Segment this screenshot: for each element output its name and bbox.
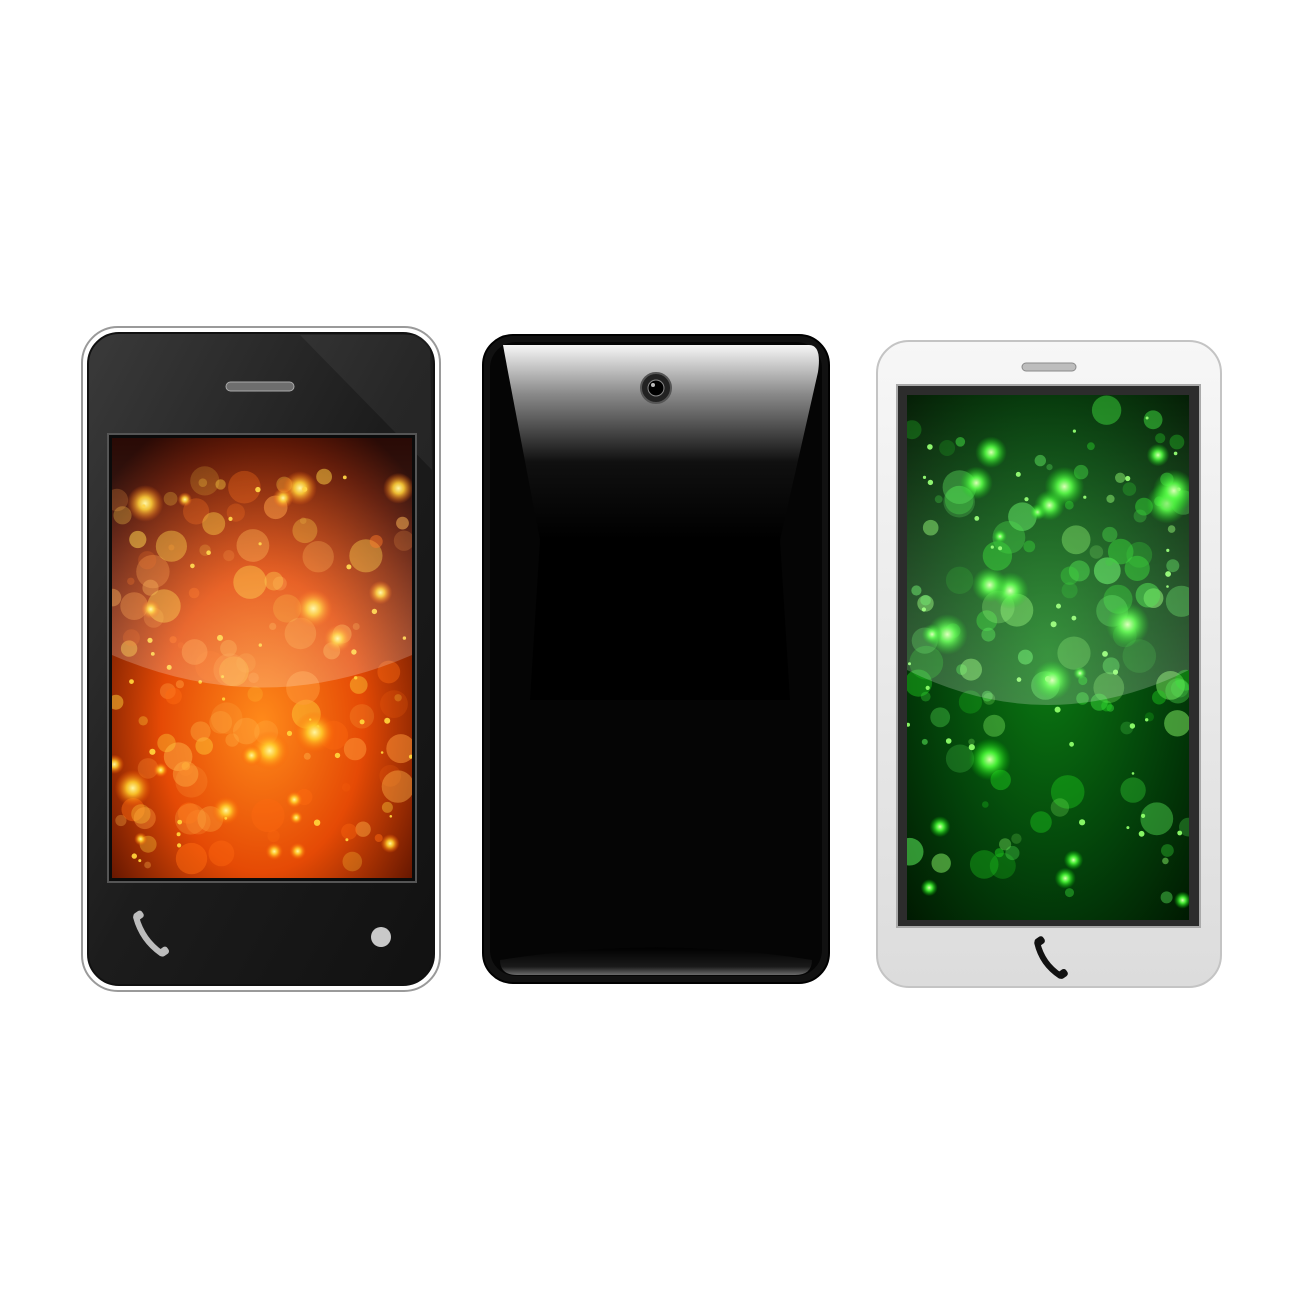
- phone-back-black: [482, 334, 830, 984]
- phones-illustration: [81, 326, 1222, 992]
- phone-front-black: [81, 326, 441, 992]
- phone-front-white: [876, 340, 1222, 988]
- illustration-stage: [0, 0, 1300, 1300]
- screen-orange: [112, 438, 412, 878]
- earpiece-icon: [1021, 362, 1077, 372]
- camera-lens-icon: [640, 372, 672, 404]
- earpiece-icon: [225, 381, 295, 392]
- home-dot-icon[interactable]: [371, 927, 391, 947]
- screen-green: [907, 395, 1189, 920]
